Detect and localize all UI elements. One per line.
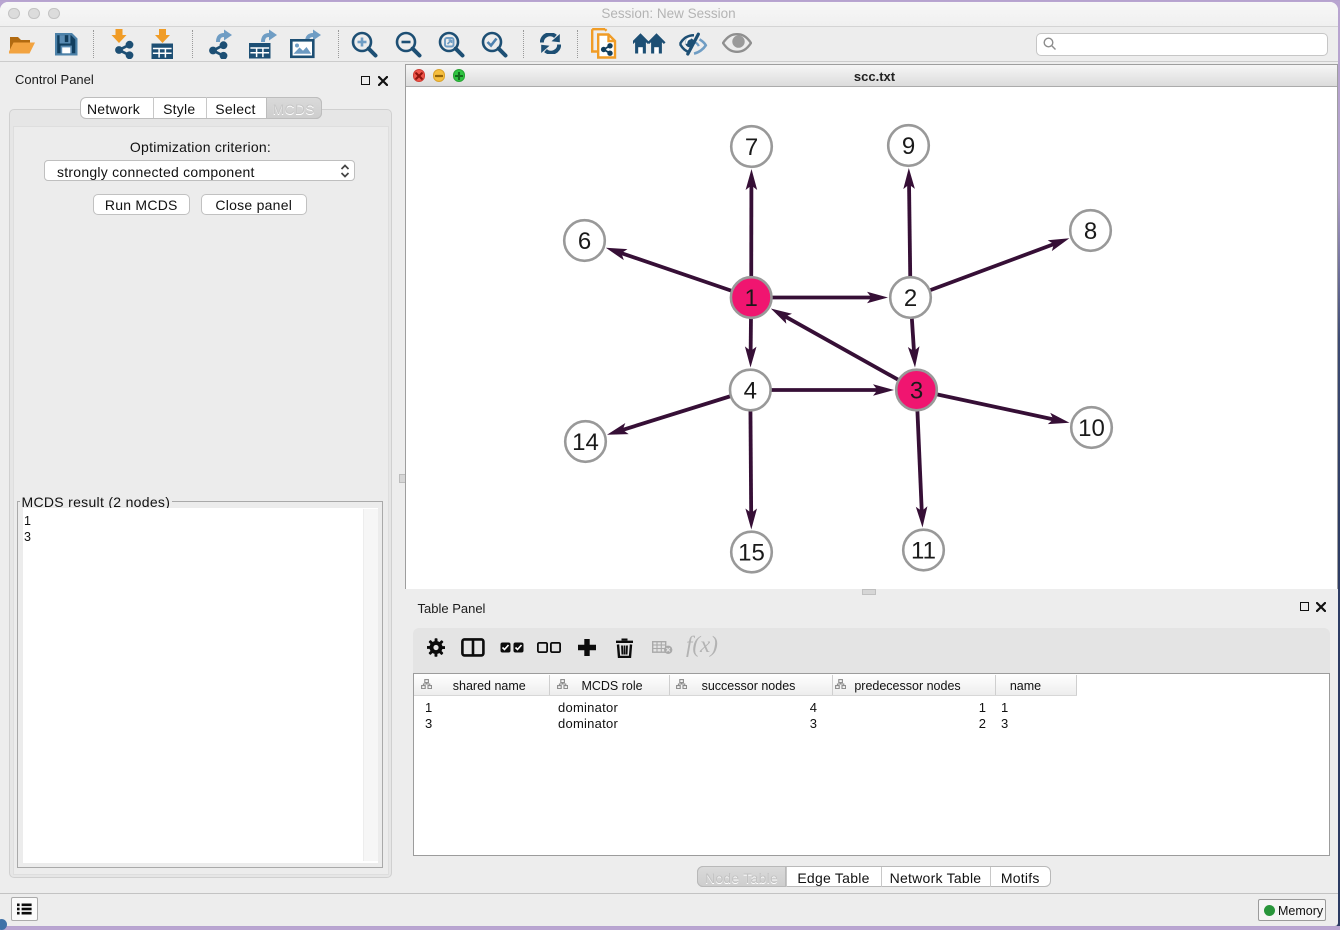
svg-text:11: 11 — [911, 537, 936, 564]
svg-text:10: 10 — [1078, 415, 1105, 442]
svg-text:4: 4 — [743, 377, 756, 404]
svg-text:2: 2 — [903, 285, 916, 312]
svg-text:8: 8 — [1083, 218, 1096, 245]
svg-text:3: 3 — [909, 377, 922, 404]
svg-text:1: 1 — [744, 285, 757, 312]
svg-text:15: 15 — [738, 539, 765, 566]
svg-text:7: 7 — [744, 134, 757, 161]
svg-text:6: 6 — [577, 228, 590, 255]
svg-text:14: 14 — [572, 429, 599, 456]
svg-text:9: 9 — [901, 133, 914, 160]
